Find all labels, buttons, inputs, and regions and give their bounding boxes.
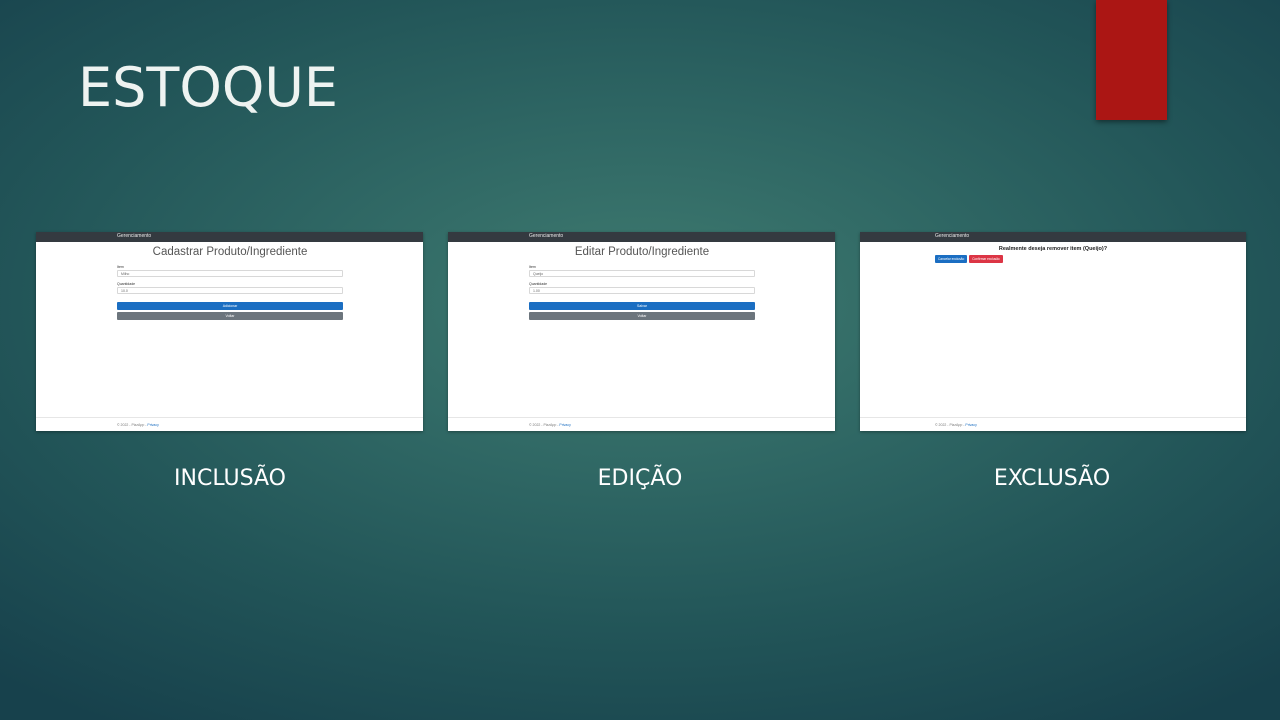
add-button[interactable]: Adicionar [117, 302, 343, 310]
quantity-input[interactable]: 10.0 [117, 287, 343, 294]
privacy-link[interactable]: Privacy [147, 423, 158, 427]
nav-brand[interactable]: Gerenciamento [117, 233, 151, 239]
delete-actions: Cancelar exclusão Confirmar exclusão [935, 255, 1003, 263]
delete-caption: EXCLUSÃO [993, 466, 1111, 491]
edit-screenshot: Gerenciamento Editar Produto/Ingrediente… [448, 232, 835, 431]
privacy-link[interactable]: Privacy [559, 423, 570, 427]
edit-caption: EDIÇÃO [597, 466, 683, 491]
nav-brand[interactable]: Gerenciamento [935, 233, 969, 239]
footer: © 2022 - PizzApp - Privacy [860, 417, 1246, 431]
create-form: Cadastrar Produto/Ingrediente Item Milho… [117, 246, 343, 322]
quantity-label: Quantidade [117, 282, 136, 286]
item-label: Item [117, 265, 124, 269]
quantity-label: Quantidade [529, 282, 548, 286]
red-accent-tab [1096, 0, 1167, 120]
footer-copyright: © 2022 - PizzApp - [117, 423, 148, 427]
footer-text: © 2022 - PizzApp - Privacy [529, 423, 571, 427]
navbar: Gerenciamento [36, 232, 423, 242]
edit-form: Editar Produto/Ingrediente Item Queijo Q… [529, 246, 755, 322]
navbar: Gerenciamento [860, 232, 1246, 242]
cancel-delete-button[interactable]: Cancelar exclusão [935, 255, 968, 263]
item-input[interactable]: Milho [117, 270, 343, 277]
form-title: Cadastrar Produto/Ingrediente [152, 246, 308, 258]
nav-brand[interactable]: Gerenciamento [529, 233, 563, 239]
item-label: Item [529, 265, 536, 269]
privacy-link[interactable]: Privacy [965, 423, 976, 427]
footer-text: © 2022 - PizzApp - Privacy [935, 423, 977, 427]
footer: © 2022 - PizzApp - Privacy [448, 417, 835, 431]
inclusion-screenshot: Gerenciamento Cadastrar Produto/Ingredie… [36, 232, 423, 431]
footer-copyright: © 2022 - PizzApp - [935, 423, 966, 427]
footer-copyright: © 2022 - PizzApp - [529, 423, 560, 427]
confirm-delete-button[interactable]: Confirmar exclusão [969, 255, 1003, 263]
form-title: Editar Produto/Ingrediente [574, 246, 710, 258]
back-button[interactable]: Voltar [529, 312, 755, 320]
inclusion-caption: INCLUSÃO [174, 466, 286, 491]
footer: © 2022 - PizzApp - Privacy [36, 417, 423, 431]
quantity-input[interactable]: 1.00 [529, 287, 755, 294]
back-button[interactable]: Voltar [117, 312, 343, 320]
save-button[interactable]: Salvar [529, 302, 755, 310]
navbar: Gerenciamento [448, 232, 835, 242]
footer-text: © 2022 - PizzApp - Privacy [117, 423, 159, 427]
delete-screenshot: Gerenciamento Realmente deseja remover i… [860, 232, 1246, 431]
delete-question: Realmente deseja remover item (Queijo)? [998, 246, 1108, 252]
item-input[interactable]: Queijo [529, 270, 755, 277]
slide-title: ESTOQUE [78, 56, 339, 119]
